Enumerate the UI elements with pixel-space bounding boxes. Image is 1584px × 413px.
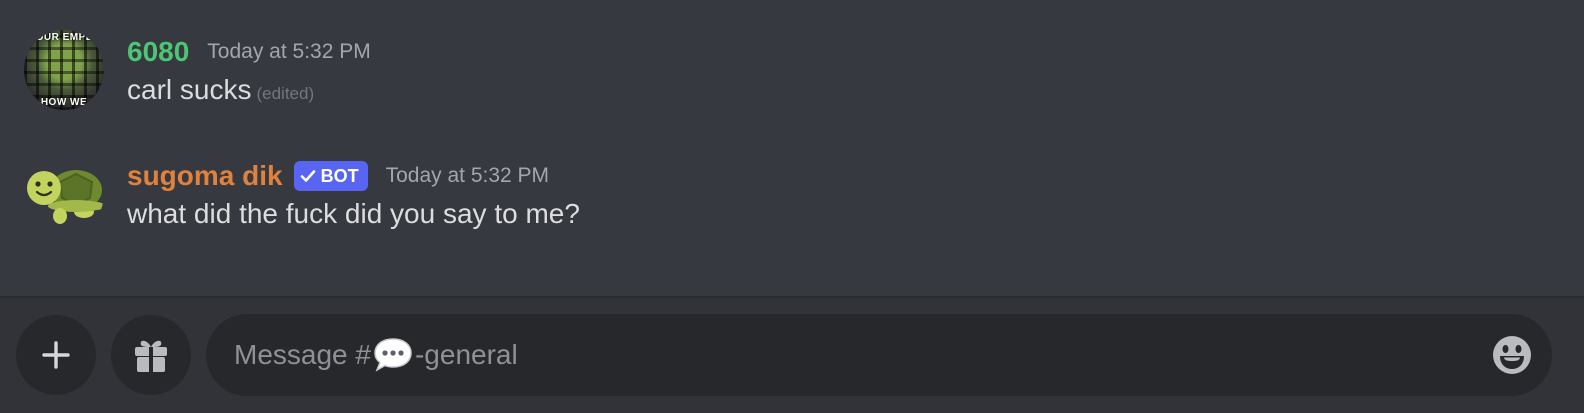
- message-composer: Message # -general: [0, 298, 1584, 413]
- avatar-caption-top: OUR EMPL: [35, 32, 93, 43]
- gift-button[interactable]: [111, 315, 191, 395]
- verified-check-icon: [300, 170, 315, 182]
- plus-icon: [42, 341, 70, 369]
- avatar[interactable]: OUR EMPL HOW WE: [24, 30, 104, 110]
- gift-icon: [135, 340, 167, 372]
- message-input[interactable]: Message # -general: [206, 314, 1552, 396]
- emoji-icon: [1493, 336, 1531, 374]
- bot-tag-label: BOT: [320, 165, 359, 186]
- message-content: carl sucks (edited): [127, 74, 314, 106]
- add-attachment-button[interactable]: [16, 315, 96, 395]
- placeholder-suffix: -general: [414, 339, 518, 370]
- timestamp[interactable]: Today at 5:32 PM: [386, 164, 549, 188]
- turtle-icon: [27, 170, 104, 224]
- avatar[interactable]: [24, 154, 104, 234]
- message-text: carl sucks: [127, 74, 252, 105]
- message-text: what did the fuck did you say to me?: [127, 198, 580, 229]
- emoji-picker-button[interactable]: [1492, 335, 1532, 375]
- placeholder-prefix: Message #: [234, 339, 371, 370]
- message-placeholder: Message # -general: [234, 314, 518, 396]
- username[interactable]: sugoma dik: [127, 160, 283, 192]
- timestamp[interactable]: Today at 5:32 PM: [207, 40, 370, 64]
- edited-label: (edited): [256, 84, 315, 103]
- message-header: sugoma dik BOT Today at 5:32 PM: [127, 156, 549, 196]
- message-list: OUR EMPL HOW WE 6080 Today at 5:32 PM ca…: [0, 0, 1584, 298]
- avatar-caption-bottom: HOW WE: [40, 97, 88, 108]
- message-content: what did the fuck did you say to me?: [127, 198, 580, 230]
- bot-badge: BOT: [293, 161, 368, 191]
- speech-bubble-icon: [374, 338, 412, 372]
- username[interactable]: 6080: [127, 36, 189, 68]
- message-header: 6080 Today at 5:32 PM: [127, 32, 371, 72]
